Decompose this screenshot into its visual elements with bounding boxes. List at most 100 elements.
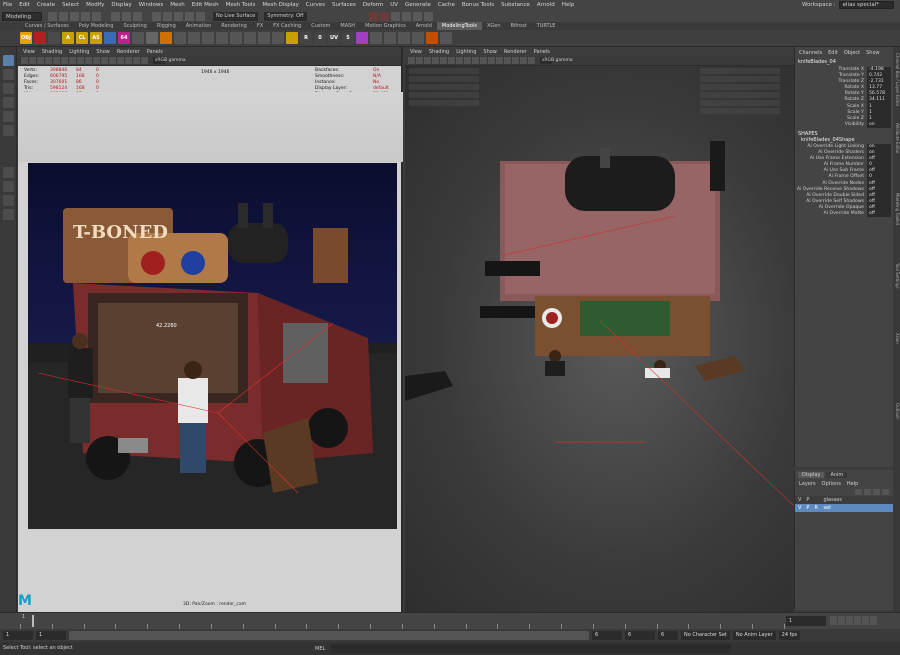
safe-action-icon[interactable] <box>77 57 84 64</box>
isolate-select-icon[interactable] <box>520 57 527 64</box>
side-tab-modeling-toolkit[interactable]: Modeling Toolkit <box>893 193 900 225</box>
step-forward-icon[interactable] <box>862 616 869 625</box>
channel-attribute-row[interactable]: Ai Override Matte off <box>795 210 893 218</box>
shelf-tool-icon[interactable]: 5 <box>342 32 354 44</box>
range-bar[interactable] <box>69 631 589 640</box>
save-scene-icon[interactable] <box>70 11 80 21</box>
shelf-tool-icon[interactable] <box>104 32 116 44</box>
shelf-tool-icon[interactable] <box>244 32 256 44</box>
live-surface-field[interactable]: No Live Surface <box>213 11 259 21</box>
shelf-tool-icon[interactable]: A <box>62 32 74 44</box>
undo-icon[interactable] <box>81 11 91 21</box>
menu-edit[interactable]: Edit <box>19 2 30 8</box>
menu-curves[interactable]: Curves <box>306 2 325 8</box>
select-hierarchy-icon[interactable] <box>111 11 121 21</box>
shelf-tool-icon[interactable] <box>48 32 60 44</box>
image-plane-icon[interactable] <box>37 57 44 64</box>
viewport-render-cam[interactable]: View Shading Lighting Show Renderer Panels sR… <box>18 47 403 612</box>
layer-tab-display[interactable]: Display <box>798 472 825 478</box>
gate-mask-icon[interactable] <box>456 57 463 64</box>
side-tab-channel-box-layer-editor[interactable]: Channel Box / Layer Editor <box>893 53 900 106</box>
side-tab-tool-settings[interactable]: Tool Settings <box>893 263 900 288</box>
menu-edit-mesh[interactable]: Edit Mesh <box>192 2 219 8</box>
shelf-tool-icon[interactable]: 64 <box>118 32 130 44</box>
shelf-tab-bifrost[interactable]: Bifrost <box>505 22 531 30</box>
textured-icon[interactable] <box>488 57 495 64</box>
shelf-tool-icon[interactable] <box>258 32 270 44</box>
move-tool-icon[interactable] <box>3 97 14 108</box>
shelf-tool-icon[interactable] <box>174 32 186 44</box>
menu-create[interactable]: Create <box>37 2 55 8</box>
range-end-field[interactable]: 6 <box>658 631 678 640</box>
camera-attributes-icon[interactable] <box>21 57 28 64</box>
shelf-tab-fx-caching[interactable]: FX Caching <box>268 22 306 30</box>
single-perspective-layout-icon[interactable] <box>3 167 14 178</box>
shelf-tool-icon[interactable] <box>272 32 284 44</box>
fps-dropdown[interactable]: 24 fps <box>778 631 801 640</box>
script-language-label[interactable]: MEL <box>315 646 325 652</box>
side-tab-xgen[interactable]: XGen <box>893 333 900 344</box>
menu-cache[interactable]: Cache <box>438 2 455 8</box>
shelf-tab-rigging[interactable]: Rigging <box>152 22 181 30</box>
redo-icon[interactable] <box>92 11 102 21</box>
menu-file[interactable]: File <box>3 2 12 8</box>
viewport-menu-show[interactable]: Show <box>96 49 110 55</box>
smooth-shade-icon[interactable] <box>93 57 100 64</box>
menu-bonus-tools[interactable]: Bonus Tools <box>462 2 494 8</box>
select-object-icon[interactable] <box>122 11 132 21</box>
menu-windows[interactable]: Windows <box>139 2 164 8</box>
render-settings-icon[interactable] <box>390 11 400 21</box>
shelf-tool-icon[interactable] <box>286 32 298 44</box>
shelf-tab-curves-surfaces[interactable]: Curves / Surfaces <box>20 22 74 30</box>
shelf-tab-motion-graphics[interactable]: Motion Graphics <box>360 22 411 30</box>
shelf-tab-rendering[interactable]: Rendering <box>216 22 252 30</box>
viewport-menu-show[interactable]: Show <box>483 49 497 55</box>
play-back-icon[interactable] <box>846 616 853 625</box>
rotate-tool-icon[interactable] <box>3 111 14 122</box>
new-empty-layer-icon[interactable] <box>873 489 880 495</box>
shelf-tab-custom[interactable]: Custom <box>306 22 335 30</box>
snap-grid-icon[interactable] <box>152 11 162 21</box>
snap-plane-icon[interactable] <box>185 11 195 21</box>
viewport-menu-panels[interactable]: Panels <box>534 49 550 55</box>
time-slider[interactable]: 1 1 <box>0 612 900 629</box>
film-gate-icon[interactable] <box>53 57 60 64</box>
menu-mesh[interactable]: Mesh <box>170 2 184 8</box>
layer-name[interactable]: glasses <box>823 496 842 504</box>
animation-end-field[interactable]: 6 <box>625 631 655 640</box>
shelf-tool-icon[interactable]: CL <box>76 32 88 44</box>
shelf-tab-fx[interactable]: FX <box>252 22 268 30</box>
shape-node-name[interactable]: knifeBlades_04Shape <box>795 137 893 144</box>
command-line-input[interactable] <box>331 644 732 653</box>
layer-visibility-toggle[interactable]: V <box>798 496 801 504</box>
viewport-menu-view[interactable]: View <box>23 49 35 55</box>
layer-menu-options[interactable]: Options <box>822 481 841 487</box>
isolate-select-icon[interactable] <box>133 57 140 64</box>
shelf-tool-icon[interactable] <box>412 32 424 44</box>
viewport-menu-view[interactable]: View <box>410 49 422 55</box>
shelf-tab-xgen[interactable]: XGen <box>482 22 506 30</box>
shadows-icon[interactable] <box>117 57 124 64</box>
ambient-occlusion-icon[interactable] <box>512 57 519 64</box>
menu-generate[interactable]: Generate <box>405 2 431 8</box>
channel-menu-show[interactable]: Show <box>866 50 880 56</box>
shelf-tool-icon[interactable]: OBJ <box>20 32 32 44</box>
shelf-tool-icon[interactable] <box>384 32 396 44</box>
menu-mesh-tools[interactable]: Mesh Tools <box>226 2 256 8</box>
move-layer-down-icon[interactable] <box>864 489 871 495</box>
viewport-top[interactable]: View Shading Lighting Show Renderer Panels sR… <box>405 47 795 612</box>
render-view-icon[interactable] <box>412 11 422 21</box>
shelf-tab-poly-modeling[interactable]: Poly Modeling <box>74 22 119 30</box>
playback-start-field[interactable]: 1 <box>36 631 66 640</box>
layer-playback-toggle[interactable]: P <box>806 504 809 512</box>
shelf-tool-icon[interactable] <box>356 32 368 44</box>
go-to-end-icon[interactable] <box>870 616 877 625</box>
image-plane-icon[interactable] <box>424 57 431 64</box>
menu-help[interactable]: Help <box>562 2 575 8</box>
snap-surface-icon[interactable] <box>196 11 206 21</box>
shelf-tool-icon[interactable] <box>34 32 46 44</box>
animation-start-field[interactable]: 1 <box>3 631 33 640</box>
shelf-tool-icon[interactable]: R <box>300 32 312 44</box>
xray-icon[interactable] <box>141 57 148 64</box>
symmetry-dropdown[interactable]: Symmetry: Off <box>264 11 307 21</box>
